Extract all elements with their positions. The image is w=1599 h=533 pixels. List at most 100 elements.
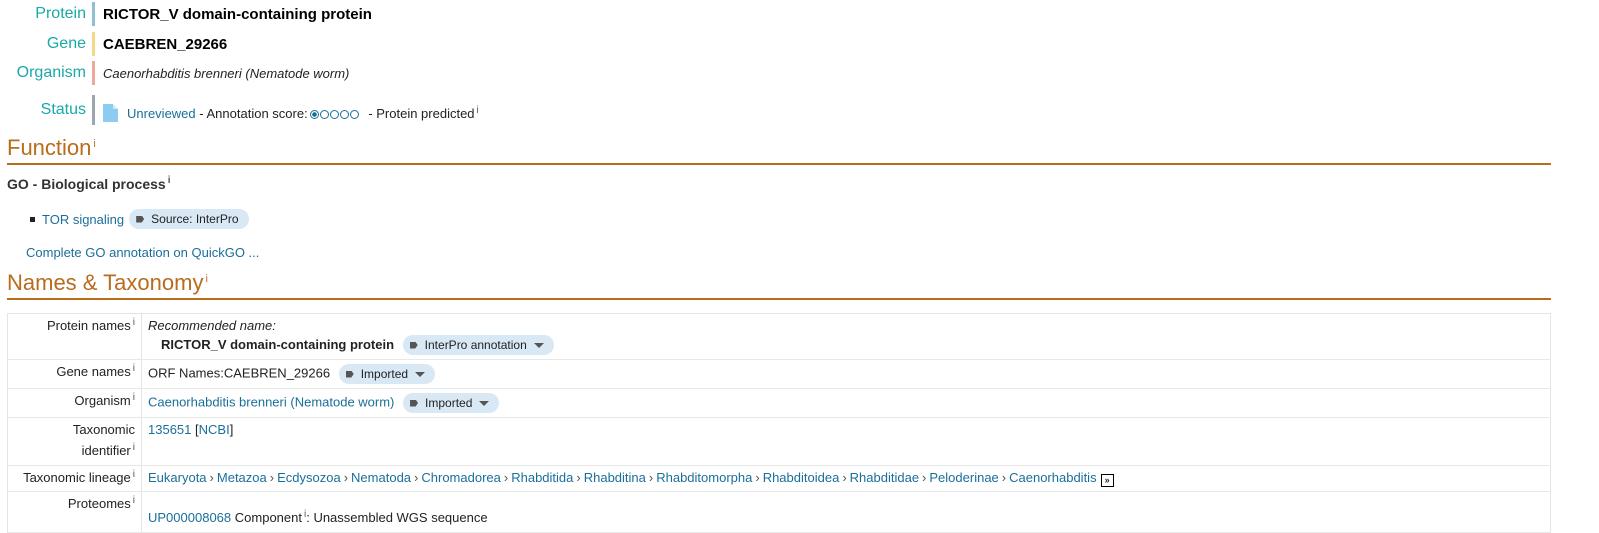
table-row: Gene names i ORF Names:CAEBREN_29266 Impo…	[7, 359, 1551, 389]
go-term-link[interactable]: TOR signaling	[42, 212, 124, 227]
organism-bar	[92, 61, 95, 85]
annotation-score-text: - Annotation score:	[199, 106, 308, 121]
organism-link[interactable]: Caenorhabditis brenneri (Nematode worm)	[148, 395, 394, 410]
lineage-separator: ›	[209, 470, 214, 485]
chevron-down-icon	[415, 371, 426, 377]
go-title-text: GO - Biological process	[7, 176, 166, 192]
names-taxonomy-heading-text: Names & Taxonomy	[7, 270, 204, 295]
gene-row: Gene CAEBREN_29266	[0, 31, 227, 57]
recommended-name-line: RICTOR_V domain-containing protein Inter…	[148, 335, 1544, 355]
lineage-separator: ›	[503, 470, 509, 485]
lineage-link[interactable]: Metazoa	[217, 470, 267, 485]
taxonomic-identifier-label: Taxonomic identifier i	[7, 417, 142, 466]
go-list-item: TOR signaling Source: InterPro	[30, 209, 249, 229]
info-icon[interactable]: i	[477, 105, 479, 116]
gene-names-label-text: Gene names	[56, 364, 131, 379]
score-dot-empty	[319, 110, 329, 119]
interpro-annotation-tag[interactable]: InterPro annotation	[402, 335, 554, 355]
annotation-score-dots	[309, 110, 359, 119]
lineage-link[interactable]: Rhabditida	[511, 470, 573, 485]
interpro-annotation-tag-label: InterPro annotation	[424, 338, 527, 352]
lineage-separator: ›	[922, 470, 927, 485]
info-icon[interactable]: i	[133, 442, 135, 453]
gene-bar	[92, 32, 95, 56]
protein-names-value: Recommended name: RICTOR_V domain-contai…	[141, 313, 1551, 360]
score-dot-empty	[339, 110, 349, 119]
function-heading-text: Function	[7, 135, 92, 160]
lineage-link[interactable]: Caenorhabditis	[1009, 470, 1096, 485]
organism-row-label: Organism i	[7, 388, 142, 418]
proteome-link[interactable]: UP000008068	[148, 510, 231, 525]
ncbi-link[interactable]: NCBI	[199, 422, 230, 437]
lineage-link[interactable]: Rhabditoidea	[763, 470, 840, 485]
tag-icon	[345, 370, 354, 378]
taxonomy-id-link[interactable]: 135651	[148, 422, 191, 437]
lineage-link[interactable]: Ecdysozoa	[277, 470, 341, 485]
lineage-separator: ›	[648, 470, 654, 485]
names-taxonomy-table: Protein names i Recommended name: RICTOR_…	[7, 313, 1551, 533]
protein-bar	[92, 2, 95, 26]
lineage-link[interactable]: Eukaryota	[148, 470, 207, 485]
recommended-name-label: Recommended name:	[148, 318, 276, 333]
taxonomic-lineage-label-text: Taxonomic lineage	[23, 470, 131, 485]
status-bar	[92, 95, 95, 125]
taxonomic-lineage-value: Eukaryota › Metazoa › Ecdysozoa › Nematoda › Chr…	[141, 465, 1551, 492]
proteomes-label: Proteomes i	[7, 491, 142, 533]
lineage-separator: ›	[576, 470, 581, 485]
protein-names-label: Protein names i	[7, 313, 142, 360]
tag-icon	[136, 215, 145, 223]
tax-id-label-line1: Taxonomic	[72, 422, 135, 437]
organism-row: Organism Caenorhabditis brenneri (Nemato…	[0, 60, 349, 86]
lineage-separator: ›	[343, 470, 349, 485]
table-row: Taxonomic lineage i Eukaryota › Metazoa › Ecd…	[7, 465, 1551, 492]
proteomes-value: UP000008068 Component i: Unassembled WGS …	[141, 491, 1551, 533]
organism-row-value: Caenorhabditis brenneri (Nematode worm) …	[141, 388, 1551, 418]
lineage-link[interactable]: Peloderinae	[929, 470, 998, 485]
gene-label: Gene	[46, 35, 86, 52]
unreviewed-document-icon	[103, 104, 118, 122]
bracket-close: ]	[229, 422, 234, 437]
imported-tag-label: Imported	[360, 367, 409, 381]
protein-name: RICTOR_V domain-containing protein	[103, 5, 372, 23]
protein-label: Protein	[35, 5, 86, 22]
score-dot-filled	[309, 110, 319, 119]
lineage-link[interactable]: Nematoda	[351, 470, 411, 485]
organism-row-label-text: Organism	[74, 393, 131, 408]
lineage-link[interactable]: Chromadorea	[421, 470, 501, 485]
table-row: Organism i Caenorhabditis brenneri (Nemat…	[7, 388, 1551, 418]
info-icon[interactable]: i	[93, 138, 95, 150]
imported-tag[interactable]: Imported	[403, 393, 500, 413]
source-tag[interactable]: Source: InterPro	[129, 209, 249, 229]
taxonomic-lineage-label: Taxonomic lineage i	[7, 465, 142, 492]
tag-icon	[409, 341, 418, 349]
names-taxonomy-heading: Names & Taxonomy i	[7, 270, 1551, 300]
info-icon[interactable]: i	[133, 469, 135, 480]
lineage-separator: ›	[269, 470, 275, 485]
chevron-down-icon	[533, 342, 544, 348]
table-row: Proteomes i UP000008068 Component i: Unass…	[7, 491, 1551, 533]
gene-names-label: Gene names i	[7, 359, 142, 389]
protein-names-label-text: Protein names	[46, 318, 131, 333]
info-icon[interactable]: i	[133, 495, 135, 506]
orf-names-text: ORF Names:CAEBREN_29266	[148, 365, 331, 381]
status-label: Status	[40, 101, 86, 118]
status-row: Status Unreviewed - Annotation score: - …	[0, 94, 479, 126]
unreviewed-link[interactable]: Unreviewed	[127, 106, 196, 121]
component-suffix: : Unassembled WGS sequence	[306, 510, 488, 525]
go-biological-process-title: GO - Biological process i	[7, 176, 170, 192]
chevron-down-icon	[479, 400, 490, 406]
lineage-link[interactable]: Rhabditidae	[850, 470, 919, 485]
component-text: Component	[234, 510, 302, 525]
info-icon[interactable]: i	[205, 273, 207, 285]
status-value: Unreviewed - Annotation score: - Protein…	[103, 98, 479, 122]
imported-tag[interactable]: Imported	[338, 364, 436, 384]
info-icon[interactable]: i	[133, 392, 135, 403]
lineage-link[interactable]: Rhabditomorpha	[656, 470, 752, 485]
expand-lineage-icon[interactable]: »	[1100, 474, 1114, 487]
info-icon[interactable]: i	[133, 363, 135, 374]
info-icon[interactable]: i	[168, 175, 171, 186]
lineage-link[interactable]: Rhabditina	[584, 470, 646, 485]
lineage-separator: ›	[755, 470, 760, 485]
quickgo-link[interactable]: Complete GO annotation on QuickGO ...	[26, 245, 259, 260]
info-icon[interactable]: i	[133, 317, 135, 328]
